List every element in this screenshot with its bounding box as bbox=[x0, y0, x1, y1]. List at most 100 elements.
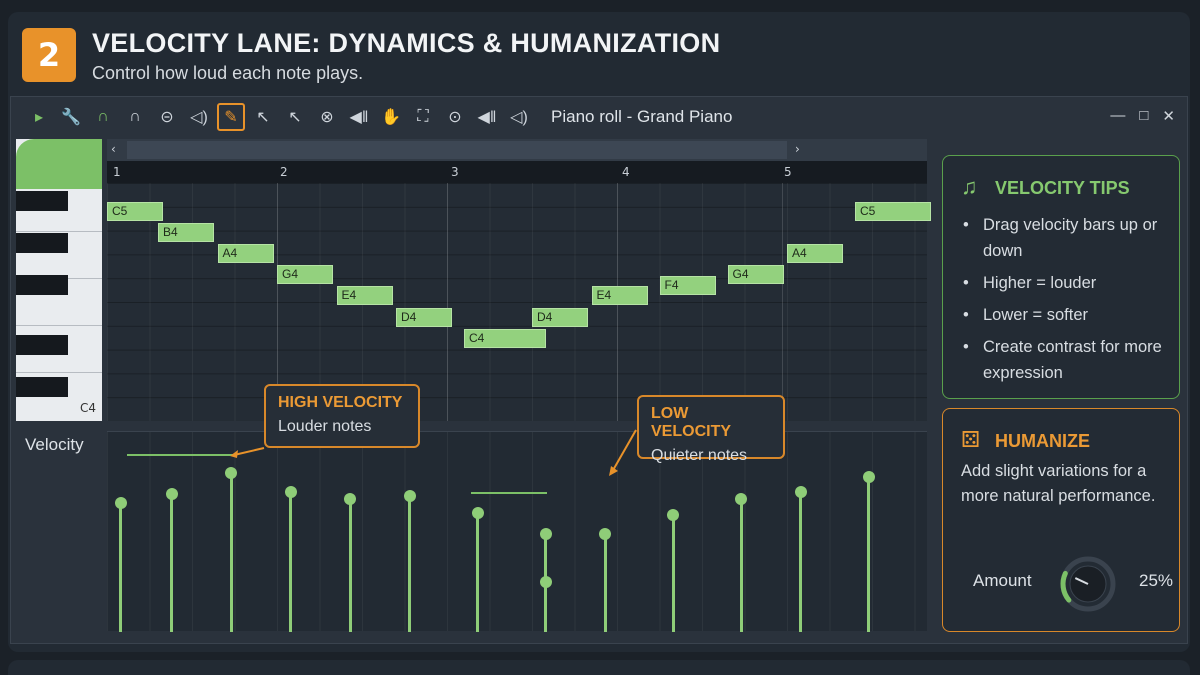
wrench-icon[interactable]: 🔧 bbox=[57, 103, 85, 131]
velocity-handle[interactable] bbox=[667, 508, 679, 521]
playback-icon[interactable]: ◀‖ bbox=[473, 103, 501, 131]
humanize-panel: ⚄ HUMANIZE Add slight variations for a m… bbox=[942, 408, 1180, 632]
note-d4[interactable]: D4 bbox=[532, 307, 588, 327]
velocity-handle[interactable] bbox=[735, 493, 747, 506]
note-a4[interactable]: A4 bbox=[217, 244, 274, 263]
note-c5[interactable]: C5 bbox=[855, 201, 931, 221]
black-key[interactable] bbox=[16, 233, 68, 253]
velocity-bar[interactable] bbox=[119, 503, 122, 632]
page-subtitle: Control how loud each note plays. bbox=[92, 63, 364, 83]
speaker-icon[interactable]: ◁) bbox=[185, 103, 213, 131]
music-note-icon: ♫ bbox=[961, 174, 978, 199]
amount-label: Amount bbox=[973, 571, 1032, 590]
black-key[interactable] bbox=[16, 377, 68, 397]
velocity-handle[interactable] bbox=[539, 527, 552, 540]
bar-marker: 1 bbox=[113, 165, 121, 179]
velocity-handle[interactable] bbox=[165, 487, 178, 500]
velocity-bar[interactable] bbox=[671, 514, 675, 632]
paintbrush-icon[interactable]: ✎ bbox=[217, 103, 245, 131]
velocity-handle[interactable] bbox=[344, 493, 356, 506]
velocity-lane-label: Velocity bbox=[25, 435, 84, 454]
note-d4[interactable]: D4 bbox=[396, 307, 452, 327]
window-title: Piano roll - Grand Piano bbox=[551, 107, 733, 126]
play-icon[interactable]: ▸ bbox=[25, 103, 53, 131]
high-velocity-text: Louder notes bbox=[278, 418, 372, 435]
note-g4[interactable]: G4 bbox=[277, 265, 333, 285]
close-icon[interactable]: ✕ bbox=[1162, 107, 1175, 125]
velocity-tips-panel: ♫ VELOCITY TIPS Drag velocity bars up or… bbox=[942, 155, 1180, 399]
note-b4[interactable]: B4 bbox=[158, 222, 214, 242]
velocity-handle[interactable] bbox=[599, 527, 611, 540]
black-key[interactable] bbox=[16, 191, 68, 211]
velocity-handle[interactable] bbox=[403, 489, 416, 502]
velocity-handle[interactable] bbox=[794, 485, 807, 498]
velocity-bar[interactable] bbox=[289, 491, 292, 632]
velocity-handle-dragged[interactable] bbox=[539, 576, 552, 588]
velocity-handle[interactable] bbox=[471, 506, 484, 519]
velocity-bar[interactable] bbox=[867, 476, 870, 632]
loop-icon[interactable]: ∩ bbox=[121, 103, 149, 131]
c4-key-label: C4 bbox=[79, 401, 96, 415]
page-title: VELOCITY LANE: DYNAMICS & HUMANIZATION bbox=[92, 28, 721, 58]
next-card-edge bbox=[8, 660, 1190, 675]
hand-icon[interactable]: ✋ bbox=[377, 103, 405, 131]
velocity-guide-line bbox=[127, 454, 237, 456]
note-e4[interactable]: E4 bbox=[336, 286, 393, 306]
velocity-bar[interactable] bbox=[170, 493, 173, 632]
dice-icon: ⚄ bbox=[961, 427, 981, 452]
black-key[interactable] bbox=[16, 335, 68, 355]
velocity-bar[interactable] bbox=[229, 472, 233, 632]
note-f4[interactable]: F4 bbox=[659, 275, 716, 295]
maximize-icon[interactable]: □ bbox=[1139, 107, 1148, 125]
humanize-description: Add slight variations for a more natural… bbox=[961, 462, 1156, 505]
mute-icon[interactable]: ◀‖ bbox=[345, 103, 373, 131]
scroll-thumb[interactable] bbox=[127, 141, 787, 159]
velocity-bar[interactable] bbox=[603, 533, 607, 632]
low-velocity-heading: LOW VELOCITY bbox=[651, 405, 732, 440]
note-a4[interactable]: A4 bbox=[787, 244, 843, 263]
velocity-bar[interactable] bbox=[348, 499, 352, 632]
velocity-handle[interactable] bbox=[114, 497, 127, 510]
note-grid[interactable]: C5 B4 A4 G4 E4 D4 C4 D4 E4 F4 G4 A4 C5 bbox=[107, 183, 931, 421]
zoom-icon[interactable]: ⊙ bbox=[441, 103, 469, 131]
velocity-handle[interactable] bbox=[225, 466, 237, 479]
note-c4[interactable]: C4 bbox=[464, 328, 546, 348]
scroll-left-icon[interactable]: ‹ bbox=[111, 142, 116, 156]
note-c5[interactable]: C5 bbox=[107, 201, 163, 221]
low-velocity-arrow bbox=[609, 429, 637, 476]
velocity-handle[interactable] bbox=[862, 470, 875, 483]
note-g4[interactable]: G4 bbox=[727, 265, 784, 285]
velocity-bar[interactable] bbox=[476, 512, 479, 632]
black-key[interactable] bbox=[16, 275, 68, 295]
bar-ruler[interactable]: 1 2 3 4 5 bbox=[107, 161, 927, 183]
toolbar: ▸ 🔧 ∩ ∩ ⊝ ◁) ✎ ↖ ↖ ⊗ ◀‖ ✋ ⛶ ⊙ ◀‖ ◁) Piano roll - Grand … bbox=[11, 97, 1187, 137]
tips-title: VELOCITY TIPS bbox=[995, 178, 1130, 198]
humanize-title: HUMANIZE bbox=[995, 431, 1090, 451]
velocity-bar[interactable] bbox=[799, 491, 802, 632]
velocity-lane[interactable] bbox=[107, 431, 927, 632]
pencil-cursor-icon[interactable]: ↖ bbox=[281, 103, 309, 131]
delete-icon[interactable]: ⊗ bbox=[313, 103, 341, 131]
tip-item: Lower = softer bbox=[961, 302, 1171, 328]
magnet-icon[interactable]: ∩ bbox=[89, 103, 117, 131]
amount-knob[interactable] bbox=[1059, 555, 1117, 613]
tip-item: Drag velocity bars up or down bbox=[961, 212, 1171, 264]
zoom-frame-icon[interactable]: ⛶ bbox=[409, 103, 437, 131]
step-badge: 2 bbox=[22, 28, 76, 82]
minimize-icon[interactable]: — bbox=[1110, 107, 1125, 125]
pencil-circle-icon[interactable]: ⊝ bbox=[153, 103, 181, 131]
low-velocity-text: Quieter notes bbox=[651, 447, 748, 464]
scroll-right-icon[interactable]: › bbox=[795, 142, 800, 156]
note-e4[interactable]: E4 bbox=[591, 286, 648, 306]
keyboard-header bbox=[16, 139, 102, 189]
velocity-bar[interactable] bbox=[739, 499, 743, 632]
velocity-bar[interactable] bbox=[408, 495, 411, 632]
volume-icon[interactable]: ◁) bbox=[505, 103, 533, 131]
horizontal-scrollbar[interactable]: ‹ › bbox=[107, 139, 927, 161]
bar-marker: 5 bbox=[784, 165, 792, 179]
select-icon[interactable]: ↖ bbox=[249, 103, 277, 131]
high-velocity-heading: HIGH VELOCITY bbox=[278, 394, 403, 411]
velocity-handle[interactable] bbox=[284, 485, 297, 498]
tip-item: Higher = louder bbox=[961, 270, 1171, 296]
bar-marker: 4 bbox=[622, 165, 630, 179]
